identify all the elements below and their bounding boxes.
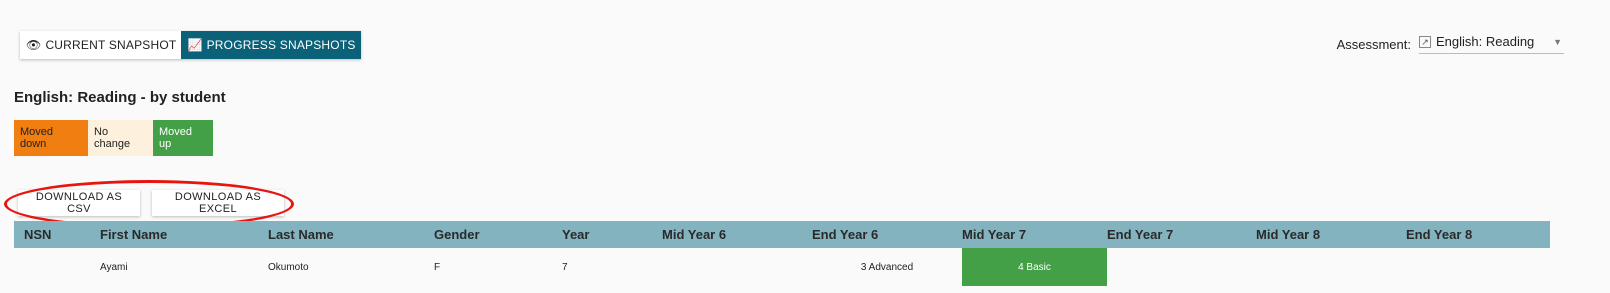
column-header[interactable]: Mid Year 6 <box>662 227 812 242</box>
cell-mid-year-6 <box>662 248 812 286</box>
snapshot-tabs: 👁 CURRENT SNAPSHOT 📈 PROGRESS SNAPSHOTS <box>20 31 361 59</box>
cell-mid-year-7: 4 Basic <box>962 248 1107 286</box>
column-header[interactable]: End Year 8 <box>1406 227 1550 242</box>
column-header[interactable]: Mid Year 8 <box>1256 227 1406 242</box>
chart-icon: 📈 <box>187 38 203 52</box>
cell-last-name: Okumoto <box>268 261 309 273</box>
cell-end-year-7 <box>1107 248 1256 286</box>
cell-end-year-6: 3 Advanced <box>860 261 914 273</box>
table-row: Ayami Okumoto F 7 3 Advanced 4 Basic <box>14 248 1550 286</box>
legend-moved-down: Moved down <box>14 120 88 156</box>
assessment-selector: Assessment: ↗ English: Reading ▼ <box>1337 34 1564 54</box>
tab-progress-snapshots-label: PROGRESS SNAPSHOTS <box>206 38 356 52</box>
column-header[interactable]: Year <box>552 227 662 242</box>
legend-moved-up: Moved up <box>153 120 213 156</box>
legend: Moved down No change Moved up <box>14 120 213 156</box>
legend-no-change: No change <box>88 120 153 156</box>
student-table: NSN First Name Last Name Gender Year Mid… <box>14 221 1550 286</box>
cell-end-year-8 <box>1406 248 1550 286</box>
column-header[interactable]: NSN <box>14 227 90 242</box>
eye-icon: 👁 <box>26 38 42 52</box>
cell-nsn <box>14 248 90 286</box>
column-header[interactable]: Mid Year 7 <box>962 227 1107 242</box>
tab-current-snapshot-label: CURRENT SNAPSHOT <box>45 38 177 52</box>
cell-mid-year-8 <box>1256 248 1406 286</box>
chevron-down-icon: ▼ <box>1553 36 1562 47</box>
column-header[interactable]: Last Name <box>258 227 424 242</box>
column-header[interactable]: First Name <box>90 227 258 242</box>
chart-icon: ↗ <box>1419 35 1431 48</box>
tab-progress-snapshots[interactable]: 📈 PROGRESS SNAPSHOTS <box>181 31 361 59</box>
cell-year: 7 <box>562 261 568 273</box>
assessment-select[interactable]: ↗ English: Reading ▼ <box>1419 34 1564 54</box>
table-header: NSN First Name Last Name Gender Year Mid… <box>14 221 1550 248</box>
cell-first-name: Ayami <box>100 261 128 273</box>
assessment-value: English: Reading <box>1436 34 1535 49</box>
cell-gender: F <box>434 261 441 273</box>
page-title: English: Reading - by student <box>14 89 226 106</box>
assessment-label: Assessment: <box>1336 36 1411 52</box>
download-csv-button[interactable]: DOWNLOAD AS CSV <box>18 190 140 216</box>
download-excel-button[interactable]: DOWNLOAD AS EXCEL <box>152 190 284 216</box>
tab-current-snapshot[interactable]: 👁 CURRENT SNAPSHOT <box>20 31 182 59</box>
column-header[interactable]: Gender <box>424 227 552 242</box>
column-header[interactable]: End Year 7 <box>1107 227 1256 242</box>
column-header[interactable]: End Year 6 <box>812 227 962 242</box>
